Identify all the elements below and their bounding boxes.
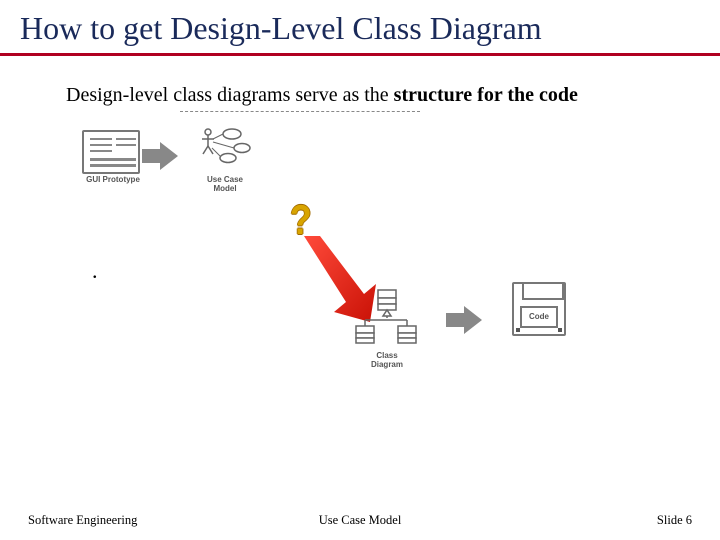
use-case-model-icon: Use Case Model [194,124,256,194]
footer-center: Use Case Model [319,513,402,528]
lead-text: Design-level class diagrams serve as the [66,84,394,106]
footer-right: Slide 6 [657,513,692,528]
lead-sentence: Design-level class diagrams serve as the… [66,84,720,107]
title-underline [0,53,720,56]
code-label: Code [520,306,558,328]
class-diagram-icon: Class Diagram [348,288,426,370]
slide-title: How to get Design-Level Class Diagram [0,0,720,53]
window-icon [82,130,140,174]
diagram-area: GUI Prototype Use Case Model ? . [0,118,720,418]
slide-footer: Software Engineering Use Case Model Slid… [0,513,720,528]
footer-right-prefix: Slide [657,513,686,527]
code-disk-icon: Code [508,282,570,336]
dashed-divider-top [180,111,420,112]
footer-left: Software Engineering [28,513,137,528]
usecase-label: Use Case Model [194,176,256,194]
bullet-dot: . [92,258,98,284]
gui-prototype-icon: GUI Prototype [82,130,144,185]
floppy-icon: Code [512,282,566,336]
slide-number: 6 [686,513,692,527]
lead-bold: structure for the code [394,84,578,106]
gui-label: GUI Prototype [82,176,144,185]
classdiag-label: Class Diagram [348,352,426,370]
